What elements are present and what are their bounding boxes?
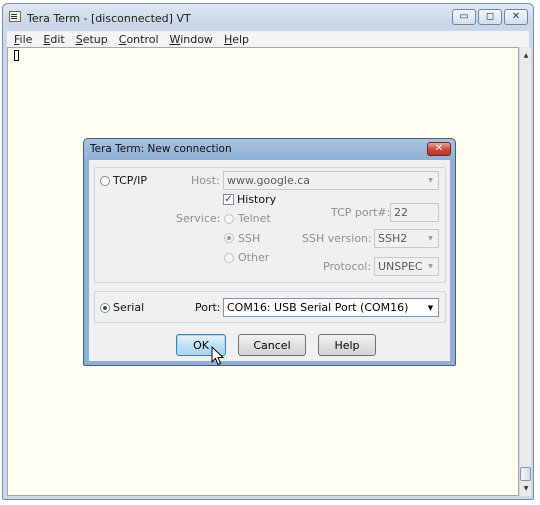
close-icon: ✕ — [434, 143, 444, 154]
ok-button-label: OK — [193, 338, 209, 352]
menu-control[interactable]: Control — [112, 33, 163, 46]
maximize-button[interactable]: ◻ — [478, 9, 502, 25]
tcp-port-label: TCP port#: — [331, 206, 391, 219]
port-value: COM16: USB Serial Port (COM16) — [227, 301, 409, 314]
host-value: www.google.ca — [227, 174, 311, 187]
tcp-port-value: 22 — [394, 206, 408, 219]
chevron-down-icon[interactable]: ▼ — [424, 231, 437, 246]
menu-file[interactable]: File — [7, 33, 36, 46]
title-bar[interactable]: Tera Term - [disconnected] VT ▭ ◻ ✕ — [3, 4, 533, 31]
tcpip-radio[interactable] — [100, 176, 110, 186]
protocol-label: Protocol: — [323, 260, 372, 273]
menu-window[interactable]: Window — [163, 33, 217, 46]
app-icon[interactable] — [9, 11, 21, 22]
port-select[interactable]: COM16: USB Serial Port (COM16) ▼ — [223, 298, 439, 317]
protocol-value: UNSPEC — [378, 260, 423, 273]
maximize-icon: ◻ — [485, 11, 495, 22]
protocol-select[interactable]: UNSPEC ▼ — [374, 257, 439, 276]
service-label: Service: — [176, 212, 221, 225]
dialog-title: Tera Term: New connection — [90, 143, 232, 155]
host-combobox[interactable]: www.google.ca ▼ — [223, 171, 439, 190]
minimize-icon: ▭ — [459, 11, 469, 22]
ssh-radio[interactable] — [224, 233, 234, 243]
history-label: History — [237, 193, 277, 206]
history-checkbox[interactable]: ✓ — [223, 194, 234, 205]
host-label: Host: — [191, 174, 220, 187]
caption-buttons: ▭ ◻ ✕ — [452, 9, 528, 25]
serial-radio[interactable] — [100, 303, 110, 313]
cancel-button[interactable]: Cancel — [238, 334, 306, 356]
new-connection-dialog: Tera Term: New connection ✕ TCP/IP Host:… — [83, 138, 456, 366]
menu-edit[interactable]: Edit — [36, 33, 68, 46]
chevron-down-icon[interactable]: ▼ — [424, 173, 437, 188]
ssh-version-select[interactable]: SSH2 ▼ — [374, 229, 439, 248]
scroll-up-icon[interactable]: ▲ — [520, 48, 532, 62]
other-radio[interactable] — [224, 253, 234, 263]
cancel-button-label: Cancel — [253, 338, 291, 352]
scroll-thumb[interactable] — [520, 467, 531, 481]
scroll-down-icon[interactable]: ▼ — [520, 481, 532, 495]
chevron-down-icon[interactable]: ▼ — [424, 259, 437, 274]
menu-setup[interactable]: Setup — [69, 33, 112, 46]
dialog-close-button[interactable]: ✕ — [427, 142, 451, 156]
minimize-button[interactable]: ▭ — [452, 9, 476, 25]
chevron-down-icon[interactable]: ▼ — [424, 300, 437, 315]
ssh-label: SSH — [238, 232, 261, 245]
ssh-version-label: SSH version: — [302, 232, 372, 245]
help-button[interactable]: Help — [318, 334, 376, 356]
menu-bar: File Edit Setup Control Window Help — [7, 31, 529, 47]
other-label: Other — [238, 251, 270, 264]
help-button-label: Help — [334, 338, 360, 352]
telnet-radio[interactable] — [224, 214, 234, 224]
port-label: Port: — [195, 301, 221, 314]
tcp-port-input[interactable]: 22 — [390, 203, 439, 222]
dialog-body: TCP/IP Host: www.google.ca ▼ ✓ History S… — [89, 160, 450, 361]
serial-label: Serial — [113, 301, 145, 314]
window-title: Tera Term - [disconnected] VT — [27, 12, 191, 25]
telnet-label: Telnet — [238, 212, 271, 225]
close-icon: ✕ — [511, 11, 521, 22]
ssh-version-value: SSH2 — [378, 232, 408, 245]
terminal-cursor — [14, 50, 19, 61]
menu-help[interactable]: Help — [217, 33, 253, 46]
vertical-scrollbar[interactable]: ▲ ▼ — [519, 47, 531, 496]
close-button[interactable]: ✕ — [504, 9, 528, 25]
mouse-pointer-icon — [211, 346, 225, 366]
tcpip-label: TCP/IP — [113, 174, 147, 187]
